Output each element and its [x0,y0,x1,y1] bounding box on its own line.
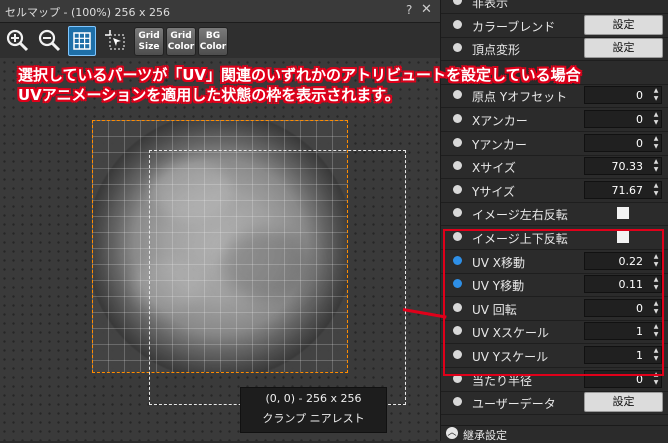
key-indicator-icon[interactable] [453,114,462,123]
cell-mode-text: クランプ ニアレスト [262,412,365,425]
key-indicator-icon[interactable] [453,208,462,218]
property-value-field[interactable]: 71.67 ▲ ▼ [584,180,662,199]
title-bar: セルマップ - (100%) 256 x 256 ? ✕ [0,0,440,23]
uv-attributes-highlight [443,229,664,376]
grid-toggle-button[interactable] [68,26,96,56]
bg-color-label-2: Color [199,41,227,52]
property-label: イメージ左右反転 [472,208,568,223]
spin-arrows-icon[interactable]: ▲ ▼ [651,87,661,103]
key-indicator-icon[interactable] [453,161,462,171]
grid-size-label-2: Size [138,41,160,52]
property-row[interactable]: Xサイズ 70.33 ▲ ▼ [441,155,668,180]
spin-arrows-icon[interactable]: ▲ ▼ [651,158,661,174]
annotation-text: 選択しているパーツが「UV」関連のいずれかのアトリビュートを設定している場合 U… [18,65,648,105]
cell-select-icon [105,30,125,50]
grid-icon [73,32,91,50]
help-button[interactable]: ? [406,3,412,17]
window-title: セルマップ - (100%) 256 x 256 [5,6,170,19]
key-indicator-icon[interactable] [453,43,462,53]
cell-select-button[interactable] [102,26,128,54]
property-label: 頂点変形 [472,43,521,58]
zoom-out-button[interactable] [36,26,62,54]
property-settings-button[interactable]: 設定 [584,14,663,35]
bg-color-button[interactable]: BG Color [198,27,228,56]
property-value-field[interactable]: 0 ▲ ▼ [584,133,662,152]
key-indicator-icon[interactable] [453,397,462,407]
property-value: 71.67 [611,183,644,197]
bg-color-label-1: BG [205,30,221,41]
spin-arrows-icon[interactable]: ▲ ▼ [651,135,661,151]
cell-info-box: (0, 0) - 256 x 256 クランプ ニアレスト [240,387,387,433]
key-indicator-icon[interactable] [453,0,462,5]
property-label: ユーザーデータ [472,397,556,412]
key-indicator-icon[interactable] [453,137,462,147]
property-checkbox[interactable] [617,207,629,220]
property-value: 0 [636,113,643,126]
property-settings-button[interactable]: 設定 [584,38,663,59]
zoom-out-icon [38,29,61,52]
property-label: カラーブレンド [472,19,556,34]
property-value-field[interactable]: 0 ▲ ▼ [584,110,662,128]
annotation-line-1: 選択しているパーツが「UV」関連のいずれかのアトリビュートを設定している場合 [18,66,581,84]
cell-size-text: (0, 0) - 256 x 256 [265,392,362,405]
property-row[interactable]: Xアンカー 0 ▲ ▼ [441,108,668,132]
cell-map-canvas[interactable]: (0, 0) - 256 x 256 クランプ ニアレスト [0,58,440,441]
chevron-up-icon: ︿ [446,427,458,439]
property-row[interactable]: 非表示 [441,0,668,14]
annotation-line-2: UVアニメーションを適用した状態の枠を表示されます。 [18,86,400,104]
zoom-in-button[interactable] [4,26,30,54]
property-row[interactable]: カラーブレンド 設定 [441,14,668,38]
property-label: Yサイズ [472,184,515,199]
zoom-in-icon [6,29,29,52]
inherit-settings-header[interactable]: ︿ 継承設定 [441,425,668,442]
property-label: Xサイズ [472,161,516,176]
spin-arrows-icon[interactable]: ▲ ▼ [651,111,661,127]
grid-color-label-2: Color [167,41,195,52]
property-value: 70.33 [611,160,644,174]
grid-color-label-1: Grid [170,30,192,41]
close-button[interactable]: ✕ [421,2,432,17]
property-row[interactable]: イメージ左右反転 [441,202,668,227]
property-row[interactable]: 頂点変形 設定 [441,37,668,62]
key-indicator-icon[interactable] [453,184,462,194]
property-label: 非表示 [472,0,509,10]
grid-color-button[interactable]: Grid Color [166,27,196,56]
grid-size-label-1: Grid [138,30,160,41]
property-row[interactable]: ユーザーデータ 設定 [441,391,668,416]
property-settings-button[interactable]: 設定 [584,392,663,413]
grid-size-button[interactable]: Grid Size [134,27,164,56]
property-value-field[interactable]: 70.33 ▲ ▼ [584,157,662,176]
spin-arrows-icon[interactable]: ▲ ▼ [651,182,661,198]
key-indicator-icon[interactable] [453,19,462,29]
property-label: Xアンカー [472,114,528,128]
property-row[interactable]: Yサイズ 71.67 ▲ ▼ [441,179,668,203]
property-value: 0 [636,136,643,150]
property-row[interactable]: Yアンカー 0 ▲ ▼ [441,132,668,156]
property-label: Yアンカー [472,137,527,152]
uv-animation-frame [149,150,406,405]
